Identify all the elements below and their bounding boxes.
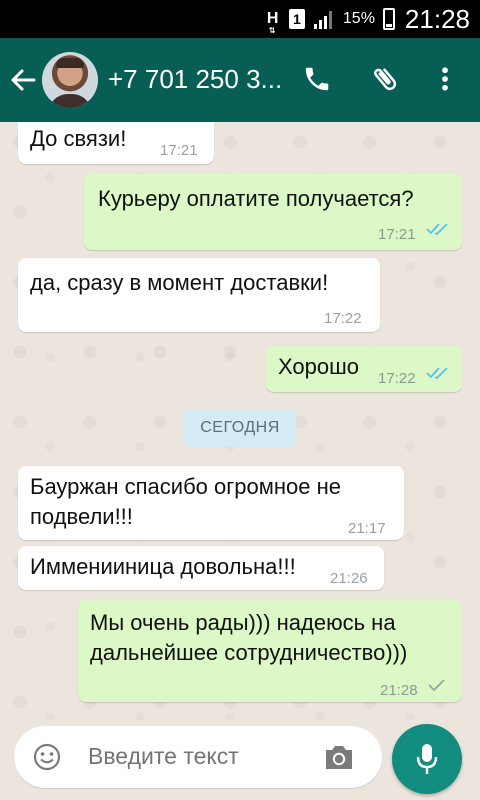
- sim-slot-icon: 1: [288, 9, 305, 29]
- message-input[interactable]: [86, 742, 310, 771]
- message-incoming[interactable]: Бауржан спасибо огромное не подвели!!! 2…: [18, 466, 404, 540]
- message-text-line: подвели!!!: [30, 504, 133, 529]
- message-outgoing[interactable]: Хорошо 17:22: [266, 346, 462, 392]
- microphone-icon: [416, 744, 438, 774]
- avatar[interactable]: [42, 52, 98, 108]
- message-outgoing[interactable]: Курьеру оплатите получается? 17:21: [84, 174, 462, 250]
- more-vert-icon[interactable]: [430, 64, 460, 94]
- voice-record-button[interactable]: [392, 724, 462, 794]
- composer-bar: [0, 720, 480, 800]
- message-time: 21:17: [348, 520, 386, 537]
- message-outgoing[interactable]: Мы очень рады))) надеюсь на дальнейшее с…: [78, 600, 462, 702]
- message-time: 17:21: [378, 226, 416, 243]
- attach-clip-icon[interactable]: [370, 64, 400, 94]
- message-text: Курьеру оплатите получается?: [98, 186, 414, 211]
- read-double-tick-icon: [426, 223, 448, 236]
- message-time: 17:22: [324, 310, 362, 327]
- message-text: До связи!: [30, 126, 127, 151]
- emoji-icon[interactable]: [32, 742, 62, 772]
- sent-tick-icon: [428, 679, 445, 692]
- message-text: Имменииница довольна!!!: [30, 554, 296, 579]
- chat-header: +7 701 250 3...: [0, 38, 480, 122]
- status-icons: H ⇅ 1 15% 21:28: [267, 0, 470, 38]
- contact-name[interactable]: +7 701 250 3...: [108, 64, 294, 95]
- message-incoming[interactable]: Имменииница довольна!!! 21:26: [18, 546, 384, 590]
- read-double-tick-icon: [426, 367, 448, 380]
- network-type-icon: H ⇅: [266, 10, 279, 35]
- message-incoming[interactable]: До связи! 17:21: [18, 122, 214, 164]
- message-list[interactable]: До связи! 17:21 Курьеру оплатите получае…: [0, 122, 480, 720]
- signal-icon: [313, 11, 332, 29]
- back-arrow-icon[interactable]: [10, 68, 36, 92]
- message-time: 21:28: [380, 682, 418, 699]
- status-bar: H ⇅ 1 15% 21:28: [0, 0, 480, 38]
- phone-icon[interactable]: [302, 64, 332, 94]
- message-time: 21:26: [330, 570, 368, 587]
- message-incoming[interactable]: да, сразу в момент доставки! 17:22: [18, 258, 380, 332]
- battery-icon: [382, 8, 395, 30]
- message-text: да, сразу в момент доставки!: [30, 270, 329, 295]
- camera-icon[interactable]: [322, 742, 356, 772]
- message-text-line: дальнейшее сотрудничество))): [90, 640, 408, 665]
- message-time: 17:22: [378, 370, 416, 387]
- message-text-line: Бауржан спасибо огромное не: [30, 474, 341, 499]
- date-separator: СЕГОДНЯ: [184, 409, 296, 447]
- battery-percent: 15%: [342, 10, 375, 27]
- composer-box[interactable]: [14, 726, 382, 788]
- message-time: 17:21: [160, 142, 198, 159]
- clock: 21:28: [404, 3, 470, 34]
- message-text-line: Мы очень рады))) надеюсь на: [90, 610, 396, 635]
- message-text: Хорошо: [278, 354, 360, 379]
